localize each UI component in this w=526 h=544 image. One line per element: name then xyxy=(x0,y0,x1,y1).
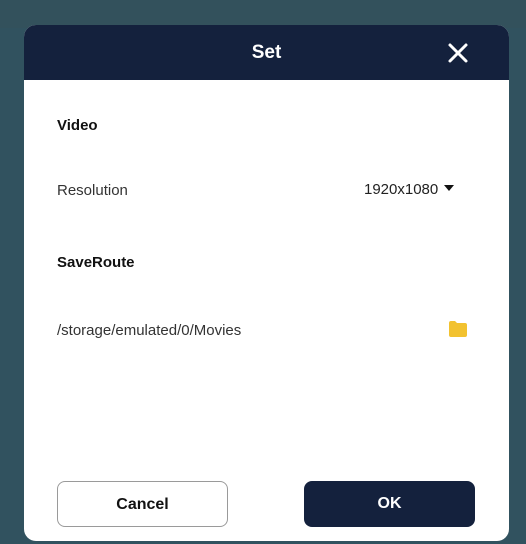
section-title-saveroute: SaveRoute xyxy=(57,254,135,271)
resolution-value: 1920x1080 xyxy=(364,181,439,198)
backdrop xyxy=(0,0,526,28)
folder-icon xyxy=(449,321,467,337)
section-title-video: Video xyxy=(57,117,98,134)
close-icon xyxy=(448,43,468,63)
caret-down-icon xyxy=(444,185,455,192)
folder-button[interactable] xyxy=(449,321,467,337)
dialog-title: Set xyxy=(251,42,282,63)
resolution-label: Resolution xyxy=(57,182,128,199)
settings-dialog: Set Video Resolution 1920x1080 SaveRoute… xyxy=(24,25,509,541)
ok-button[interactable]: OK xyxy=(304,481,475,527)
cancel-button[interactable]: Cancel xyxy=(57,481,228,527)
save-path: /storage/emulated/0/Movies xyxy=(57,322,242,339)
dialog-header: Set xyxy=(24,25,509,80)
close-button[interactable] xyxy=(442,37,474,69)
resolution-dropdown[interactable]: 1920x1080 xyxy=(364,178,455,202)
